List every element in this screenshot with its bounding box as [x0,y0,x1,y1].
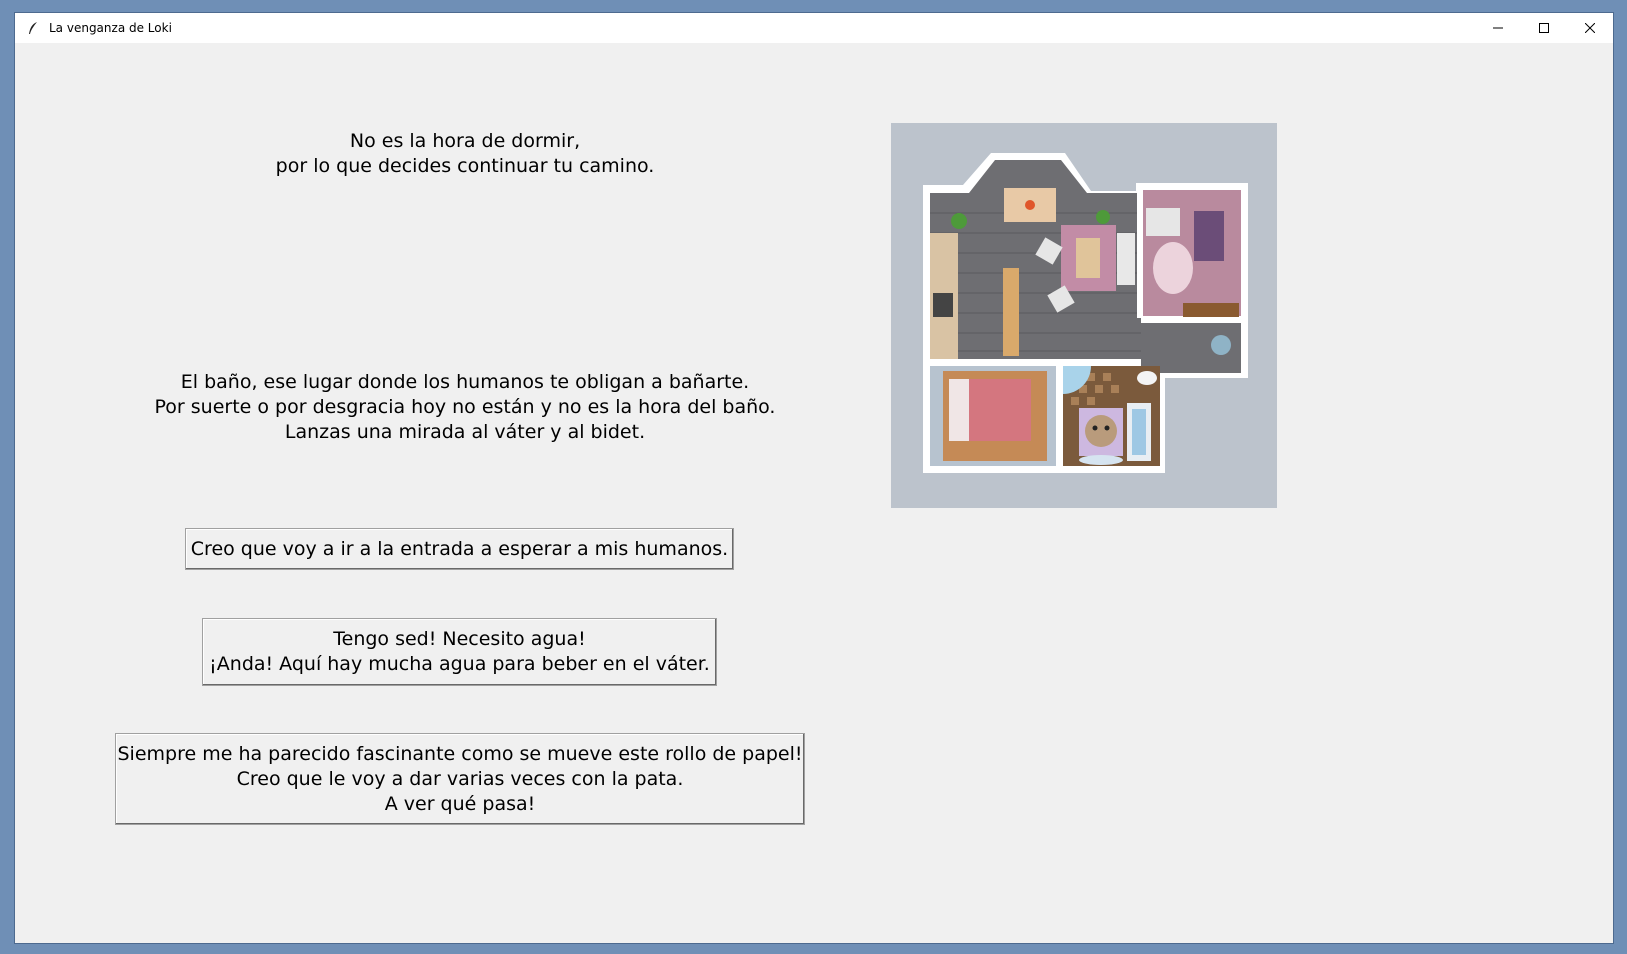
close-button[interactable] [1567,13,1613,43]
feather-icon [25,20,41,36]
intro-text: No es la hora de dormir, por lo que deci… [275,130,655,177]
floorplan-illustration [923,153,1248,473]
title-bar[interactable]: La venganza de Loki [15,13,1613,43]
choice-button-entrance[interactable]: Creo que voy a ir a la entrada a esperar… [185,528,734,570]
minimize-button[interactable] [1475,13,1521,43]
close-icon [1585,23,1595,33]
choice-button-paper-roll[interactable]: Siempre me ha parecido fascinante como s… [115,733,805,825]
scene-description: El baño, ese lugar donde los humanos te … [154,371,776,443]
choice-button-drink-water[interactable]: Tengo sed! Necesito agua! ¡Anda! Aquí ha… [202,618,717,686]
minimize-icon [1493,27,1503,29]
apartment-floorplan-image [891,123,1277,508]
game-area: No es la hora de dormir, por lo que deci… [15,43,1613,943]
app-window: La venganza de Loki No es la hora de dor… [14,12,1614,944]
maximize-icon [1539,23,1549,33]
window-controls [1475,13,1613,43]
window-title: La venganza de Loki [49,21,172,35]
maximize-button[interactable] [1521,13,1567,43]
